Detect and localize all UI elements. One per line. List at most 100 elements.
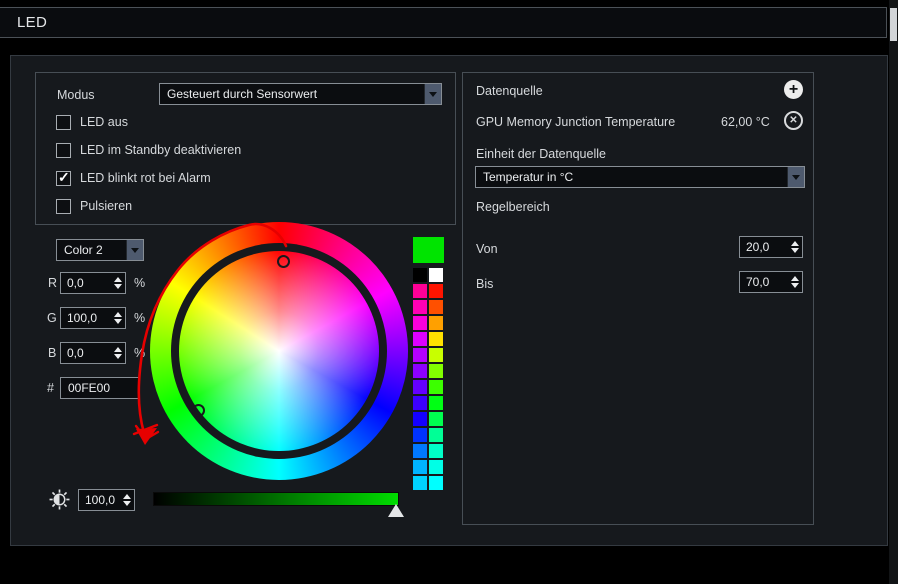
gradient-slider-handle[interactable] [388,504,404,517]
color-swatch[interactable] [413,444,427,458]
modus-label: Modus [57,88,95,102]
spinner-down-icon[interactable] [791,283,799,288]
spinner-down-icon[interactable] [791,248,799,253]
color-swatch[interactable] [429,380,443,394]
checkbox-label: LED blinkt rot bei Alarm [80,171,211,185]
hex-label: # [47,381,54,395]
spinner-down-icon[interactable] [114,354,122,359]
spinner-up-icon[interactable] [123,494,131,499]
color-swatch[interactable] [413,476,427,490]
channel-value: 0,0 [67,346,84,360]
hex-value: 00FE00 [68,381,111,395]
von-label: Von [476,242,498,256]
channel-spinner-b[interactable]: 0,0 [60,342,126,364]
spinner-up-icon[interactable] [114,277,122,282]
color-swatch[interactable] [413,460,427,474]
color-swatch[interactable] [429,348,443,362]
checkbox-row-alarm[interactable]: LED blinkt rot bei Alarm [56,169,211,187]
title-bar: LED [0,7,887,38]
bis-label: Bis [476,277,494,291]
color-swatch[interactable] [429,444,443,458]
spinner-up-icon[interactable] [791,241,799,246]
led-options-group: Modus Gesteuert durch Sensorwert LED aus… [35,72,456,225]
spinner-down-icon[interactable] [123,501,131,506]
wheel-marker[interactable] [192,404,205,417]
color-swatch[interactable] [413,300,427,314]
regelbereich-label: Regelbereich [476,200,550,214]
color-select[interactable]: Color 2 [56,239,144,261]
checkbox[interactable] [56,114,71,130]
color-swatch[interactable] [413,364,427,378]
color-wheel[interactable] [150,222,408,480]
color-swatch[interactable] [429,284,443,298]
spinner-down-icon[interactable] [114,319,122,324]
color-swatch[interactable] [429,412,443,426]
brightness-gradient[interactable] [153,492,399,506]
von-spinner[interactable]: 20,0 [739,236,803,258]
color-swatch[interactable] [429,300,443,314]
chevron-down-icon [792,174,800,180]
color-swatch[interactable] [429,428,443,442]
sensor-value: 62,00 °C [721,115,770,129]
dropdown-arrow-icon[interactable] [787,167,804,187]
bis-spinner[interactable]: 70,0 [739,271,803,293]
page-title: LED [17,14,48,31]
checkbox-row-pulsieren[interactable]: Pulsieren [56,197,132,215]
color-disc[interactable] [179,251,379,451]
scrollbar-thumb[interactable] [890,8,897,41]
channel-spinner-g[interactable]: 100,0 [60,307,126,329]
color-swatch[interactable] [413,396,427,410]
color-swatch[interactable] [429,396,443,410]
hex-input[interactable]: 00FE00 [60,377,139,399]
wheel-marker[interactable] [277,255,290,268]
checkbox-label: LED im Standby deaktivieren [80,143,242,157]
spinner-up-icon[interactable] [791,276,799,281]
modus-select-value: Gesteuert durch Sensorwert [167,87,318,101]
checkbox[interactable] [56,142,71,158]
checkbox[interactable] [56,169,71,186]
dropdown-arrow-icon[interactable] [126,240,143,260]
brightness-spinner[interactable]: 100,0 [78,489,135,511]
channel-label-r: R [48,276,58,290]
remove-source-button[interactable]: ✕ [784,111,803,130]
bis-value: 70,0 [746,275,770,289]
scrollbar[interactable] [889,0,898,584]
color-swatch[interactable] [413,284,427,298]
color-swatch[interactable] [413,348,427,362]
brightness-value: 100,0 [85,493,116,507]
spinner-down-icon[interactable] [114,284,122,289]
color-swatch[interactable] [429,476,443,490]
chevron-down-icon [429,91,437,97]
color-swatch[interactable] [413,380,427,394]
color-swatch[interactable] [413,268,427,282]
channel-spinner-r[interactable]: 0,0 [60,272,126,294]
spinner-up-icon[interactable] [114,312,122,317]
channel-label-b: B [48,346,57,360]
color-swatch[interactable] [413,316,427,330]
color-swatch[interactable] [429,364,443,378]
checkbox-row-led-aus[interactable]: LED aus [56,113,128,131]
modus-select[interactable]: Gesteuert durch Sensorwert [159,83,442,105]
checkbox[interactable] [56,198,71,214]
checkbox-label: LED aus [80,115,128,129]
add-source-button[interactable]: + [784,80,803,99]
color-swatch[interactable] [413,332,427,346]
close-icon: ✕ [789,114,798,126]
channel-value: 0,0 [67,276,84,290]
datenquelle-label: Datenquelle [476,84,543,98]
checkbox-row-standby[interactable]: LED im Standby deaktivieren [56,141,241,159]
color-swatch[interactable] [413,428,427,442]
channel-label-g: G [47,311,57,325]
spinner-up-icon[interactable] [114,347,122,352]
einheit-select-value: Temperatur in °C [483,170,574,184]
chevron-down-icon [131,247,139,253]
color-swatch[interactable] [429,268,443,282]
dropdown-arrow-icon[interactable] [424,84,441,104]
color-swatch[interactable] [429,316,443,330]
einheit-select[interactable]: Temperatur in °C [475,166,805,188]
color-swatch[interactable] [429,332,443,346]
swatch-grid [413,268,445,490]
color-swatch[interactable] [429,460,443,474]
percent-label: % [134,311,146,325]
color-swatch[interactable] [413,412,427,426]
